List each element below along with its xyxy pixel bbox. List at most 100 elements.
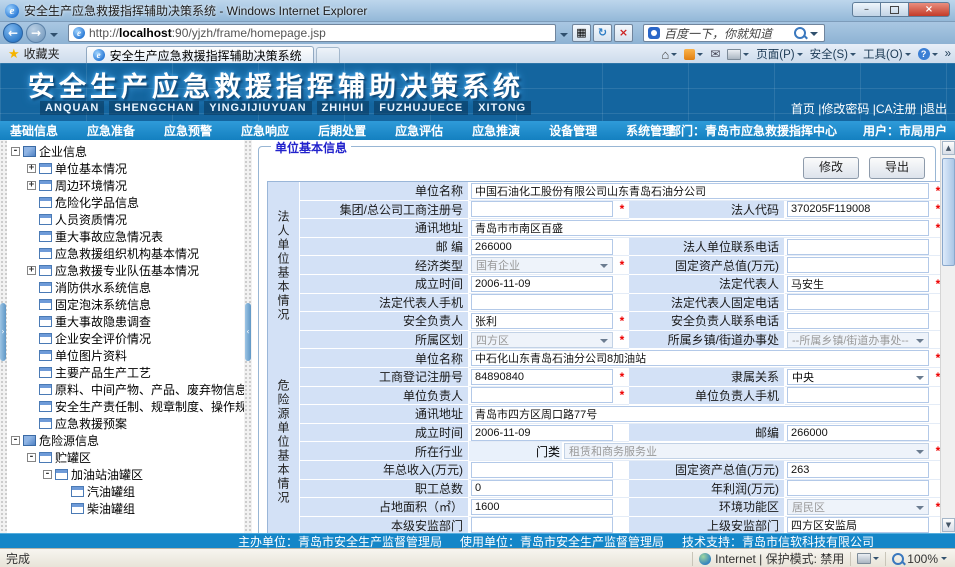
form-input[interactable]	[471, 517, 613, 533]
menu-item[interactable]: 基础信息	[10, 122, 58, 139]
menu-item[interactable]: 系统管理	[626, 122, 674, 139]
form-input[interactable]	[471, 499, 613, 515]
tree-expander-minus-icon[interactable]: -	[43, 470, 52, 479]
back-button[interactable]: ←	[3, 23, 23, 43]
form-input[interactable]	[787, 201, 929, 217]
favorites-button[interactable]: ★ 收藏夹	[0, 44, 68, 63]
form-select[interactable]: 四方区	[471, 332, 613, 348]
tree-item[interactable]: 主要产品生产工艺	[7, 364, 244, 381]
menu-item[interactable]: 设备管理	[549, 122, 597, 139]
maximize-button[interactable]	[880, 2, 908, 17]
tree-expander-plus-icon[interactable]: +	[27, 164, 36, 173]
scroll-up-arrow-icon[interactable]: ▲	[942, 141, 955, 155]
form-input[interactable]	[787, 480, 929, 496]
search-box[interactable]: 百度一下，你就知道	[643, 24, 825, 42]
menu-item[interactable]: 后期处置	[318, 122, 366, 139]
compatibility-settings-button[interactable]	[857, 553, 879, 564]
tree-item[interactable]: +应急救援专业队伍基本情况	[7, 262, 244, 279]
banner-link-change-password[interactable]: 修改密码	[821, 102, 869, 116]
tree-expander-minus-icon[interactable]: -	[11, 436, 20, 445]
tree-expander-minus-icon[interactable]: -	[11, 147, 20, 156]
form-select[interactable]: 中央	[787, 369, 929, 385]
print-button[interactable]	[727, 49, 749, 60]
tree-expander-plus-icon[interactable]: +	[27, 181, 36, 190]
compatibility-view-button[interactable]: ▦	[572, 24, 591, 42]
modify-button[interactable]: 修改	[803, 157, 859, 179]
form-input[interactable]	[471, 276, 613, 292]
home-button[interactable]: ⌂	[661, 47, 677, 62]
tree-item[interactable]: -加油站油罐区	[7, 466, 244, 483]
scrollbar-thumb[interactable]	[942, 158, 955, 266]
minimize-button[interactable]: –	[852, 2, 880, 17]
tree-item[interactable]: 单位图片资料	[7, 347, 244, 364]
form-input[interactable]	[471, 183, 929, 199]
help-button[interactable]: ?	[918, 48, 938, 60]
banner-link-logout[interactable]: 退出	[923, 102, 947, 116]
menu-item[interactable]: 应急预警	[164, 122, 212, 139]
menu-item[interactable]: 应急响应	[241, 122, 289, 139]
form-input[interactable]	[787, 276, 929, 292]
recent-pages-caret-icon[interactable]	[50, 33, 58, 41]
form-input[interactable]	[471, 220, 929, 236]
form-input[interactable]	[787, 425, 929, 441]
form-input[interactable]	[787, 517, 929, 533]
read-mail-button[interactable]: ✉	[710, 47, 720, 61]
menu-item[interactable]: 应急评估	[395, 122, 443, 139]
form-input[interactable]	[787, 387, 929, 403]
url-dropdown-caret-icon[interactable]	[560, 33, 568, 41]
form-select[interactable]: 居民区	[787, 499, 929, 515]
left-splitter[interactable]: ›	[0, 140, 7, 533]
menu-item[interactable]: 应急推演	[472, 122, 520, 139]
content-scrollbar[interactable]: ▲ ▼	[940, 140, 955, 533]
form-input[interactable]	[471, 239, 613, 255]
banner-link-home[interactable]: 首页	[791, 102, 815, 116]
form-select[interactable]: --所属乡镇/街道办事处--	[787, 332, 929, 348]
form-input[interactable]	[787, 313, 929, 329]
tree-item[interactable]: -企业信息	[7, 143, 244, 160]
feeds-button[interactable]	[684, 49, 703, 60]
form-input[interactable]	[471, 313, 613, 329]
banner-link-ca-register[interactable]: CA注册	[876, 102, 917, 116]
sidebar-splitter[interactable]: ‹	[244, 140, 252, 533]
form-select[interactable]: 租赁和商务服务业	[564, 443, 929, 459]
tree-item[interactable]: 消防供水系统信息	[7, 279, 244, 296]
more-commands-button[interactable]: »	[945, 48, 951, 60]
form-input[interactable]	[471, 425, 613, 441]
tree-expander-plus-icon[interactable]: +	[27, 266, 36, 275]
close-button[interactable]: ×	[908, 2, 950, 17]
tree-item[interactable]: 汽油罐组	[7, 483, 244, 500]
page-menu-button[interactable]: 页面(P)	[756, 46, 802, 62]
tools-menu-button[interactable]: 工具(O)	[863, 46, 911, 62]
form-select[interactable]: 国有企业	[471, 257, 613, 273]
scroll-down-arrow-icon[interactable]: ▼	[942, 518, 955, 532]
search-input[interactable]: 百度一下，你就知道	[664, 25, 794, 42]
browser-tab[interactable]: e 安全生产应急救援指挥辅助决策系统	[86, 46, 314, 63]
forward-button[interactable]: →	[26, 23, 46, 43]
export-button[interactable]: 导出	[869, 157, 925, 179]
form-input[interactable]	[471, 350, 929, 366]
menu-item[interactable]: 应急准备	[87, 122, 135, 139]
tree-item[interactable]: +周边环境情况	[7, 177, 244, 194]
form-input[interactable]	[471, 294, 613, 310]
left-collapse-handle-icon[interactable]: ›	[0, 303, 6, 361]
tree-item[interactable]: 重大事故应急情况表	[7, 228, 244, 245]
form-input[interactable]	[787, 257, 929, 273]
search-icon[interactable]	[794, 27, 806, 39]
new-tab-button[interactable]	[316, 47, 340, 63]
form-input[interactable]	[471, 369, 613, 385]
tree-item[interactable]: 重大事故隐患调查	[7, 313, 244, 330]
tree-item[interactable]: 应急救援预案	[7, 415, 244, 432]
form-input[interactable]	[471, 201, 613, 217]
tree-item[interactable]: 固定泡沫系统信息	[7, 296, 244, 313]
tree-item[interactable]: 人员资质情况	[7, 211, 244, 228]
tree-item[interactable]: -危险源信息	[7, 432, 244, 449]
search-options-caret-icon[interactable]	[810, 32, 818, 40]
url-field[interactable]: e http://localhost:90/yjzh/frame/homepag…	[68, 24, 556, 42]
tree-item[interactable]: 应急救援组织机构基本情况	[7, 245, 244, 262]
tree-item[interactable]: 柴油罐组	[7, 500, 244, 517]
form-input[interactable]	[471, 480, 613, 496]
safety-menu-button[interactable]: 安全(S)	[810, 46, 856, 62]
tree-item[interactable]: 企业安全评价情况	[7, 330, 244, 347]
form-input[interactable]	[471, 406, 929, 422]
form-input[interactable]	[787, 239, 929, 255]
